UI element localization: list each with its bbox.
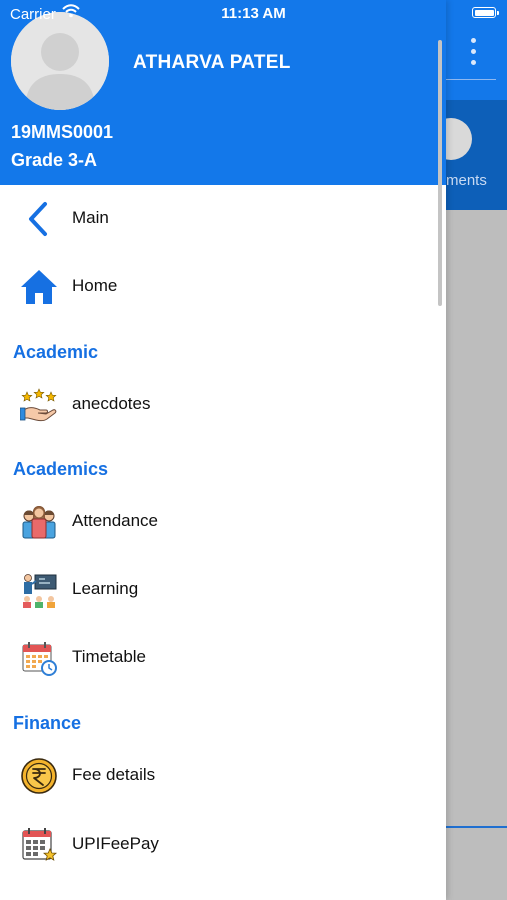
section-header-academic: Academic	[13, 342, 99, 362]
rating-hand-icon	[19, 386, 58, 424]
calendar-clock-icon	[20, 639, 58, 677]
menu-item-fee-details[interactable]: Fee details	[0, 745, 430, 805]
user-grade: Grade 3-A	[11, 150, 98, 170]
menu-item-attendance[interactable]: Attendance	[0, 491, 430, 551]
attendance-people-icon	[20, 503, 58, 541]
menu-item-label: UPIFeePay	[72, 834, 159, 853]
menu-item-label: Timetable	[72, 647, 147, 666]
section-header-finance: Finance	[13, 713, 82, 733]
section-header-academics: Academics	[13, 459, 109, 479]
calendar-pay-icon	[20, 826, 58, 864]
background-bottom-divider	[446, 826, 507, 828]
status-bar: Carrier 11:13 AM	[0, 0, 507, 28]
menu-item-timetable[interactable]: Timetable	[0, 627, 430, 687]
menu-item-upi-fee-pay[interactable]: UPIFeePay	[0, 814, 430, 874]
menu-item-home[interactable]: Home	[0, 256, 430, 316]
menu-item-anecdotes[interactable]: anecdotes	[0, 374, 430, 434]
menu-item-label: Main	[72, 208, 109, 227]
status-time: 11:13 AM	[221, 5, 286, 22]
background-divider	[446, 79, 496, 80]
menu-item-label: Attendance	[72, 511, 159, 530]
rupee-coin-icon	[20, 757, 58, 795]
classroom-teacher-icon	[20, 571, 58, 609]
menu-item-learning[interactable]: Learning	[0, 559, 430, 619]
more-options-icon[interactable]	[466, 38, 480, 68]
battery-icon	[472, 7, 499, 18]
user-name: ATHARVA PATEL	[133, 52, 291, 73]
background-tile-label[interactable]: ments	[446, 172, 487, 189]
menu-item-label: anecdotes	[72, 394, 151, 413]
drawer-scrollbar[interactable]	[438, 40, 442, 306]
chevron-left-icon	[20, 200, 58, 238]
user-id: 19MMS0001	[11, 122, 114, 142]
menu-item-label: Home	[72, 276, 118, 295]
home-icon	[20, 268, 58, 306]
navigation-drawer: ATHARVA PATEL 19MMS0001 Grade 3-A Main H…	[0, 0, 446, 900]
menu-item-main[interactable]: Main	[0, 188, 430, 248]
menu-item-label: Learning	[72, 579, 139, 598]
menu-item-label: Fee details	[72, 765, 156, 784]
